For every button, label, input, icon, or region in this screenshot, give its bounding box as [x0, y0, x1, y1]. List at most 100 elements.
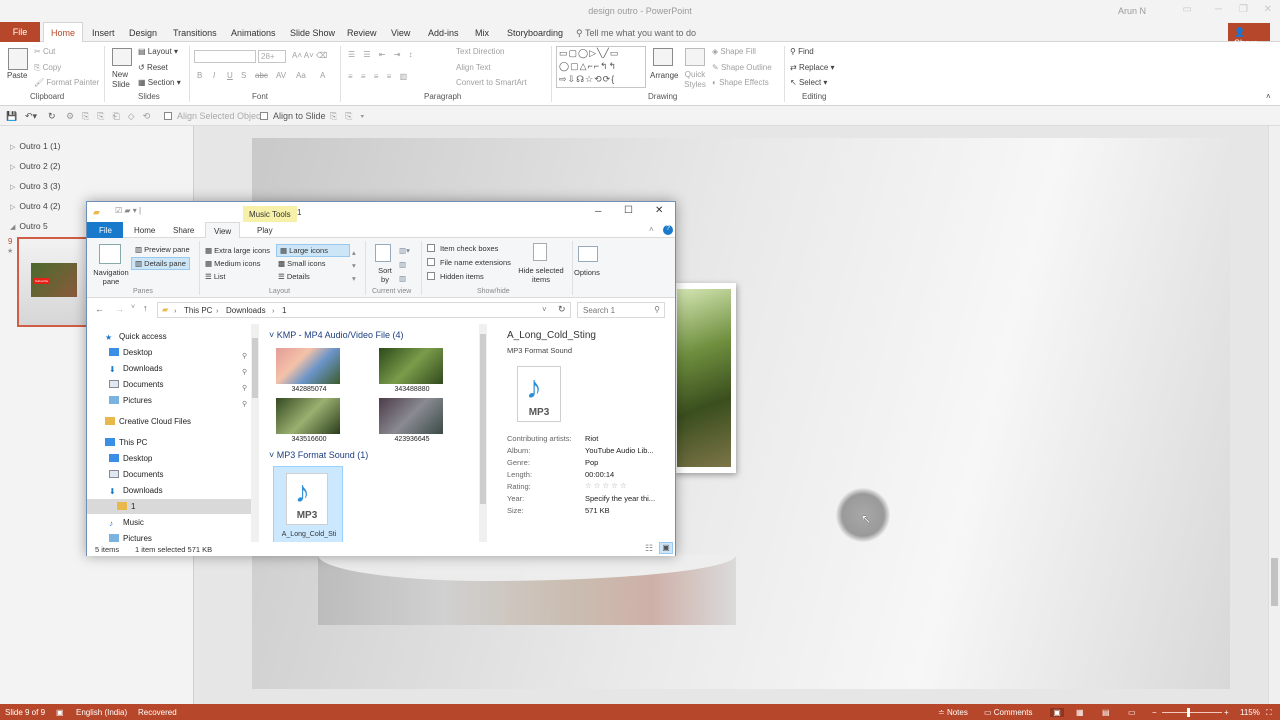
music-tools-tab[interactable]: Music Tools [243, 206, 297, 222]
bold-button[interactable]: B [197, 71, 202, 80]
comments-button[interactable]: ▭ Comments [984, 708, 1032, 717]
breadcrumb-downloads[interactable]: Downloads [226, 306, 266, 315]
arrange-button[interactable]: Arrange [650, 71, 678, 80]
spellcheck-icon[interactable]: ▣ [56, 708, 64, 717]
ribbon-display-icon[interactable]: ▭ [1183, 4, 1192, 15]
options-button[interactable]: Options [574, 268, 600, 277]
replace-button[interactable]: ⇄ Replace ▾ [790, 63, 835, 72]
file-ext-option[interactable]: File name extensions [427, 258, 511, 267]
file-ext-checkbox[interactable] [427, 258, 435, 266]
redo-icon[interactable]: ↻ [48, 111, 56, 122]
prop-artists[interactable]: Riot [585, 434, 598, 443]
shape-outline-button[interactable]: ✎ Shape Outline [712, 63, 772, 72]
address-dropdown-icon[interactable]: ˅ [542, 305, 547, 314]
group-header-video[interactable]: ˅ KMP - MP4 Audio/Video File (4) [269, 330, 404, 340]
explorer-minimize-button[interactable]: ─ [595, 206, 601, 216]
file-explorer-window[interactable]: ▰ ☑ ▰ ▾ | Music Tools 1 ─ ☐ ✕ File Home … [86, 201, 676, 556]
align-to-slide-option[interactable]: Align to Slide [260, 111, 326, 121]
collapse-ribbon-icon[interactable]: ˄ [1266, 92, 1271, 101]
nav-folder-1[interactable]: 1 [117, 502, 135, 511]
zoom-slider-thumb[interactable] [1187, 708, 1190, 717]
details-pane-button[interactable]: ▥ Details pane [131, 257, 190, 270]
slide-photo-bottom[interactable] [318, 555, 736, 625]
new-slide-icon[interactable] [112, 48, 132, 66]
zoom-slider[interactable] [1162, 712, 1222, 713]
file-tile-video-3[interactable]: 343516600 [276, 398, 342, 443]
copy-button[interactable]: ⎘ Copy [34, 63, 61, 73]
forward-button[interactable]: → [115, 304, 124, 314]
align-text-button[interactable]: Align Text [456, 63, 491, 72]
nav-qa-documents[interactable]: Documents [109, 380, 163, 389]
list-option[interactable]: ☰ List [205, 272, 225, 281]
nav-scroll-thumb[interactable] [252, 338, 258, 398]
arrange-icon[interactable] [653, 48, 673, 66]
address-bar[interactable]: ▰ › This PC › Downloads › 1 ˅ ↻ [157, 302, 571, 318]
select-button[interactable]: ↖ Select ▾ [790, 78, 827, 87]
explorer-tab-view[interactable]: View [205, 222, 241, 239]
vertical-scrollbar[interactable] [1268, 126, 1280, 704]
section-button[interactable]: ▦ Section ▾ [138, 78, 181, 87]
nav-qa-downloads[interactable]: ⬇ Downloads [109, 364, 163, 374]
slide-counter[interactable]: Slide 9 of 9 [5, 708, 45, 717]
sort-by-button[interactable]: Sort by [376, 266, 394, 284]
nav-qa-pictures[interactable]: Pictures [109, 396, 152, 405]
explorer-tab-file[interactable]: File [87, 222, 123, 238]
zoom-out-button[interactable]: − [1152, 708, 1157, 717]
file-tile-video-1[interactable]: 342885074 [276, 348, 342, 393]
align-buttons-icon[interactable]: ≡ ≡ ≡ ≡ ▥ [348, 72, 410, 81]
large-icons-option[interactable]: ▦ Large icons [276, 244, 350, 257]
large-icons-view-icon[interactable]: ▣ [659, 542, 673, 554]
align-to-slide-checkbox[interactable] [260, 112, 268, 120]
prop-genre[interactable]: Pop [585, 458, 598, 467]
refresh-icon[interactable]: ↻ [558, 304, 566, 315]
fit-to-window-icon[interactable]: ⛶ [1266, 708, 1272, 718]
cut-button[interactable]: ✂ Cut [34, 47, 55, 56]
file-tile-video-2[interactable]: 343488880 [379, 348, 445, 393]
details-view-icon[interactable]: ☷ [645, 543, 653, 554]
recent-locations-icon[interactable]: ˅ [131, 304, 135, 311]
paste-icon[interactable] [8, 48, 28, 70]
tab-file[interactable]: File [0, 22, 40, 42]
nav-this-pc[interactable]: This PC [105, 438, 147, 447]
section-outro-3[interactable]: ▷ Outro 3 (3) [10, 181, 61, 191]
tell-me-box[interactable]: ⚲ Tell me what you want to do [576, 28, 696, 39]
explorer-tab-play[interactable]: Play [257, 226, 273, 235]
xl-icons-option[interactable]: ▦ Extra large icons [205, 246, 270, 255]
underline-button[interactable]: U [227, 71, 233, 80]
user-name[interactable]: Arun N [1118, 6, 1146, 16]
sort-icon[interactable] [375, 244, 391, 262]
nav-qa-desktop[interactable]: Desktop [109, 348, 152, 357]
explorer-close-button[interactable]: ✕ [655, 205, 663, 216]
share-button[interactable]: 👤 Share [1228, 23, 1270, 48]
tab-design[interactable]: Design [129, 28, 157, 38]
navigation-pane-button[interactable]: Navigation pane [91, 268, 131, 286]
hidden-items-option[interactable]: Hidden items [427, 272, 484, 281]
scrollbar-thumb[interactable] [1271, 558, 1278, 606]
font-family-combo[interactable] [194, 50, 256, 63]
explorer-tab-home[interactable]: Home [134, 226, 155, 235]
font-size-combo[interactable]: 28+ [258, 50, 286, 63]
nav-quick-access[interactable]: ★ Quick access [105, 332, 167, 342]
font-color-button[interactable]: A [320, 71, 325, 80]
navigation-pane-icon[interactable] [99, 244, 121, 264]
file-tile-audio[interactable]: ♪ MP3 A_Long_Cold_Sti [273, 466, 343, 544]
expand-ribbon-icon[interactable]: ˄ [649, 225, 654, 234]
quick-styles-icon[interactable] [685, 48, 705, 66]
nav-pc-desktop[interactable]: Desktop [109, 454, 152, 463]
change-case-button[interactable]: Aa [296, 71, 306, 80]
help-icon[interactable]: ? [663, 225, 673, 235]
small-icons-option[interactable]: ▩ Small icons [278, 259, 326, 268]
align-selected-checkbox[interactable] [164, 112, 172, 120]
slide-sorter-icon[interactable]: ▦ [1076, 708, 1084, 717]
tab-add-ins[interactable]: Add-ins [428, 28, 459, 38]
tab-insert[interactable]: Insert [92, 28, 115, 38]
back-button[interactable]: ← [95, 304, 104, 314]
spacing-button[interactable]: AV [276, 71, 286, 80]
nav-creative-cloud[interactable]: Creative Cloud Files [105, 417, 191, 426]
shape-fill-button[interactable]: ◈ Shape Fill [712, 47, 756, 56]
paste-button[interactable]: Paste [7, 71, 27, 80]
zoom-level[interactable]: 115% [1240, 708, 1260, 717]
medium-icons-option[interactable]: ▦ Medium icons [205, 259, 260, 268]
undo-icon[interactable]: ↶▾ [25, 111, 37, 122]
item-checkboxes-option[interactable]: Item check boxes [427, 244, 498, 253]
